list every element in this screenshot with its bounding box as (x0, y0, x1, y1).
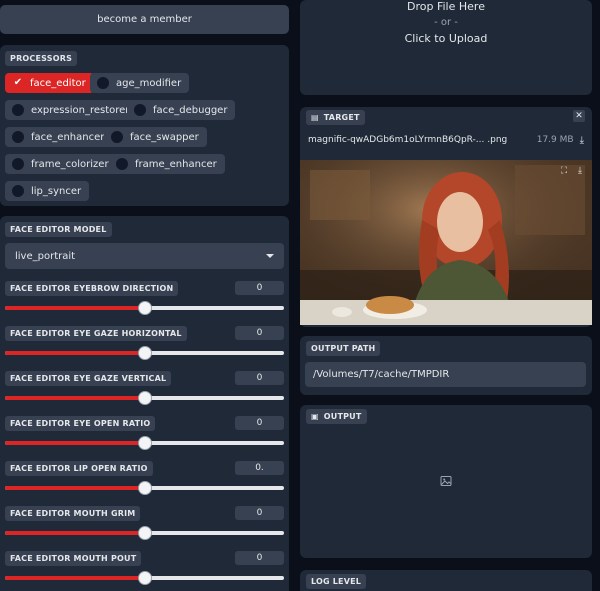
slider-fill (5, 441, 145, 445)
processor-age-modifier[interactable]: age_modifier (90, 73, 190, 93)
fullscreen-icon[interactable]: ⛶ (558, 165, 570, 177)
slider-thumb[interactable] (137, 346, 152, 360)
checkmark-icon: ✔ (13, 77, 23, 88)
slider-value-input[interactable]: 0 (235, 416, 284, 430)
slider-thumb[interactable] (137, 481, 152, 495)
download-icon[interactable]: ⤓ (574, 165, 586, 177)
output-path-input[interactable]: /Volumes/T7/cache/TMPDIR (305, 362, 586, 387)
chevron-down-icon (266, 254, 274, 258)
target-file-size: 17.9 MB (536, 135, 574, 145)
upload-text: Drop File Here - or - Click to Upload (300, 0, 592, 46)
model-select-value: live_portrait (15, 250, 76, 262)
processor-face-swapper[interactable]: face_swapper (104, 127, 207, 147)
slider-label: FACE EDITOR EYE GAZE VERTICAL (5, 371, 172, 386)
slider-label: FACE EDITOR MOUTH GRIM (5, 506, 141, 521)
portrait-photo-illustration (300, 160, 592, 325)
processor-label: face_editor (30, 77, 86, 89)
slider-fill (5, 306, 145, 310)
processor-label: expression_restorer (31, 104, 130, 116)
processor-label: lip_syncer (31, 185, 82, 197)
radio-icon (12, 185, 24, 197)
slider-value-input[interactable]: 0 (235, 551, 284, 565)
image-icon: ▣ (311, 412, 319, 421)
slider-track[interactable] (5, 346, 284, 360)
slider-track[interactable] (5, 391, 284, 405)
slider-value-input[interactable]: 0 (235, 371, 284, 385)
upload-line-click[interactable]: Click to Upload (300, 32, 592, 46)
slider-track[interactable] (5, 436, 284, 450)
processor-label: frame_enhancer (135, 158, 217, 170)
slider-thumb[interactable] (137, 301, 152, 315)
output-title-label: OUTPUT (323, 412, 362, 421)
processor-face-enhancer[interactable]: face_enhancer (5, 127, 113, 147)
output-title: ▣ OUTPUT (306, 409, 367, 424)
slider-fill (5, 396, 145, 400)
processor-label: age_modifier (116, 77, 182, 89)
processor-face-debugger[interactable]: face_debugger (127, 100, 236, 120)
slider-track[interactable] (5, 301, 284, 315)
processor-lip-syncer[interactable]: lip_syncer (5, 181, 90, 201)
slider-thumb[interactable] (137, 571, 152, 585)
radio-icon (97, 77, 109, 89)
processors-title: PROCESSORS (5, 51, 78, 66)
slider-thumb[interactable] (137, 436, 152, 450)
image-placeholder-icon (440, 475, 452, 487)
processor-label: frame_colorizer (31, 158, 109, 170)
target-file-name: magnific-qwADGb6m1oLYrmnB6QpR-... .png (308, 135, 508, 145)
output-path-title: OUTPUT PATH (306, 341, 381, 356)
radio-icon (111, 131, 123, 143)
processor-label: face_debugger (153, 104, 228, 116)
close-icon[interactable]: ✕ (573, 110, 585, 122)
radio-icon (134, 104, 146, 116)
slider-fill (5, 486, 145, 490)
processor-frame-colorizer[interactable]: frame_colorizer (5, 154, 117, 174)
processor-face-editor[interactable]: ✔ face_editor (5, 73, 94, 93)
processor-frame-enhancer[interactable]: frame_enhancer (109, 154, 225, 174)
slider-value-input[interactable]: 0. (235, 461, 284, 475)
radio-icon (116, 158, 128, 170)
slider-value-input[interactable]: 0 (235, 281, 284, 295)
target-title: ▤ TARGET (306, 110, 365, 125)
slider-thumb[interactable] (137, 391, 152, 405)
radio-icon (12, 131, 24, 143)
slider-track[interactable] (5, 481, 284, 495)
slider-thumb[interactable] (137, 526, 152, 540)
log-level-title: LOG LEVEL (306, 574, 367, 589)
processor-label: face_enhancer (31, 131, 105, 143)
slider-label: FACE EDITOR EYEBROW DIRECTION (5, 281, 179, 296)
slider-label: FACE EDITOR LIP OPEN RATIO (5, 461, 153, 476)
become-member-button[interactable]: become a member (0, 5, 289, 34)
processor-label: face_swapper (130, 131, 199, 143)
processor-expression-restorer[interactable]: expression_restorer (5, 100, 138, 120)
upload-line-drop: Drop File Here (407, 0, 485, 13)
target-title-label: TARGET (323, 113, 360, 122)
slider-track[interactable] (5, 571, 284, 585)
face-editor-model-dropdown[interactable]: live_portrait (5, 243, 284, 269)
file-icon: ▤ (311, 113, 319, 122)
slider-fill (5, 576, 145, 580)
radio-icon (12, 104, 24, 116)
radio-icon (12, 158, 24, 170)
slider-label: FACE EDITOR MOUTH POUT (5, 551, 142, 566)
upload-line-or: - or - (434, 17, 458, 28)
slider-fill (5, 531, 145, 535)
face-editor-model-title: FACE EDITOR MODEL (5, 222, 112, 237)
slider-fill (5, 351, 145, 355)
slider-value-input[interactable]: 0 (235, 326, 284, 340)
target-file-row: magnific-qwADGb6m1oLYrmnB6QpR-... .png 1… (300, 130, 592, 150)
slider-label: FACE EDITOR EYE OPEN RATIO (5, 416, 156, 431)
slider-label: FACE EDITOR EYE GAZE HORIZONTAL (5, 326, 187, 341)
slider-track[interactable] (5, 526, 284, 540)
slider-value-input[interactable]: 0 (235, 506, 284, 520)
download-icon[interactable]: ⤓ (580, 135, 584, 146)
target-image-preview: ⛶ ⤓ (300, 160, 592, 325)
